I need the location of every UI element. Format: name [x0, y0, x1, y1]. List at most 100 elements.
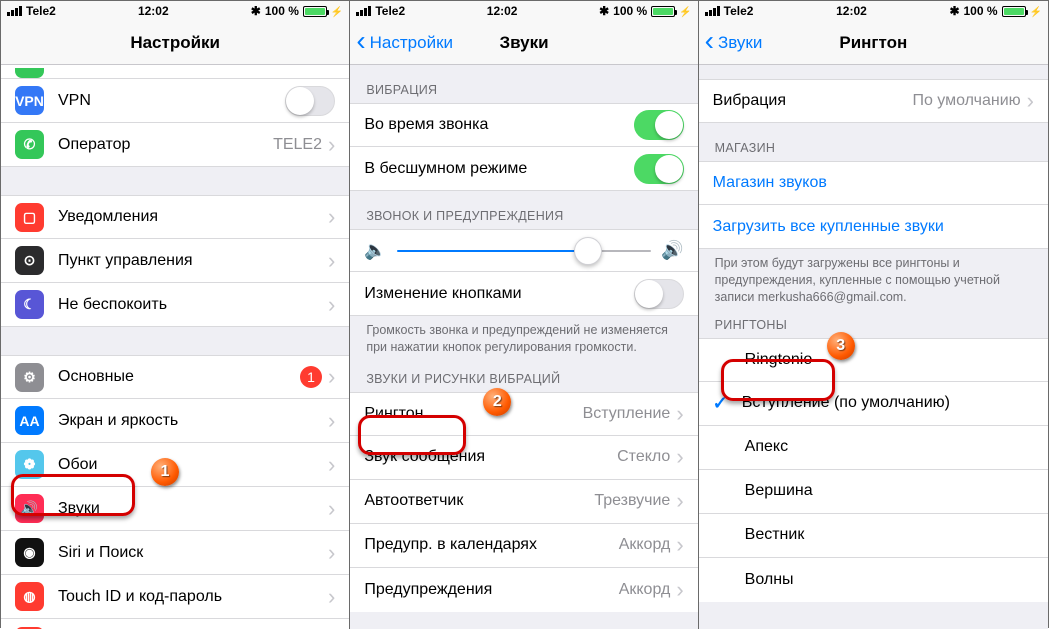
screen-sounds: Tele2 12:02 ✱100 % Настройки Звуки ВИБРА… [350, 1, 698, 629]
cell-label: Touch ID и код-пароль [58, 588, 322, 606]
cell-vibrate-on-silent[interactable]: В бесшумном режиме [350, 147, 697, 191]
volume-slider[interactable] [397, 250, 651, 252]
cell-text-tone[interactable]: Звук сообщения Стекло [350, 436, 697, 480]
cell-label: Рингтон [364, 405, 582, 423]
cell-tone-store[interactable]: Магазин звуков [699, 161, 1048, 205]
cell-value: Аккорд [619, 536, 671, 554]
chevron-right-icon [328, 498, 335, 520]
back-button[interactable]: Настройки [356, 21, 453, 64]
moon-icon: ☾ [15, 290, 44, 319]
cell-download-all[interactable]: Загрузить все купленные звуки [699, 205, 1048, 249]
cell-ringtone-item[interactable]: Вершина [699, 470, 1048, 514]
cell-change-with-buttons[interactable]: Изменение кнопками [350, 272, 697, 316]
cell-label: Загрузить все купленные звуки [713, 218, 1034, 236]
battery-percent: 100 % [964, 4, 998, 18]
vibrate-silent-toggle[interactable] [634, 154, 684, 184]
vibrate-ring-toggle[interactable] [634, 110, 684, 140]
cell-label: Не беспокоить [58, 296, 322, 314]
phone-icon: ✆ [15, 130, 44, 159]
cell-alerts[interactable]: Предупреждения Аккорд [350, 568, 697, 612]
cell-ringtone-item[interactable]: Апекс [699, 426, 1048, 470]
group-header-ringtones: РИНГТОНЫ [699, 316, 1048, 338]
cell-ringtone-default[interactable]: Вступление (по умолчанию) [699, 382, 1048, 426]
chevron-right-icon [1027, 90, 1034, 112]
cell-control-center[interactable]: ⊙ Пункт управления [1, 239, 349, 283]
cell-dnd[interactable]: ☾ Не беспокоить [1, 283, 349, 327]
cell-ringtone-item[interactable]: Вестник [699, 514, 1048, 558]
cell-touchid[interactable]: ◍ Touch ID и код-пароль [1, 575, 349, 619]
charging-icon [679, 4, 691, 18]
cell-value: Трезвучие [594, 492, 670, 510]
cell-vpn[interactable]: VPN VPN [1, 79, 349, 123]
group-header-sounds-patterns: ЗВУКИ И РИСУНКИ ВИБРАЦИЙ [350, 366, 697, 392]
cell-label: Siri и Поиск [58, 544, 322, 562]
signal-icon [705, 6, 720, 16]
back-button[interactable]: Звуки [705, 21, 763, 64]
control-center-icon: ⊙ [15, 246, 44, 275]
cell-vibration[interactable]: Вибрация По умолчанию [699, 79, 1048, 123]
volume-slider-row: 🔈 🔊 [350, 229, 697, 272]
page-title: Рингтон [839, 33, 907, 53]
chevron-right-icon [328, 542, 335, 564]
cell-sos[interactable]: SOS Экстренный вызов — SOS [1, 619, 349, 629]
chevron-right-icon [676, 490, 683, 512]
notifications-icon: ▢ [15, 203, 44, 232]
chevron-right-icon [328, 454, 335, 476]
cell-label: Предупр. в календарях [364, 536, 618, 554]
group-header-store: МАГАЗИН [699, 123, 1048, 161]
cell-ringtone-custom[interactable]: Ringtonio [699, 338, 1048, 382]
cell-partial-top[interactable] [1, 65, 349, 79]
cell-carrier[interactable]: ✆ Оператор TELE2 [1, 123, 349, 167]
chevron-right-icon [676, 403, 683, 425]
gear-icon: ⚙ [15, 363, 44, 392]
bluetooth-icon: ✱ [251, 4, 261, 18]
display-icon: AA [15, 406, 44, 435]
cell-label: Уведомления [58, 208, 322, 226]
siri-icon: ◉ [15, 538, 44, 567]
signal-icon [7, 6, 22, 16]
wallpaper-icon: ❁ [15, 450, 44, 479]
battery-icon [651, 6, 675, 17]
screen-ringtone: Tele2 12:02 ✱100 % Звуки Рингтон Вибраци… [699, 1, 1048, 629]
vpn-toggle[interactable] [285, 86, 335, 116]
cell-siri[interactable]: ◉ Siri и Поиск [1, 531, 349, 575]
notification-badge: 1 [300, 366, 322, 388]
carrier-label: Tele2 [375, 4, 405, 18]
status-bar: Tele2 12:02 ✱100 % [699, 1, 1048, 21]
cell-general[interactable]: ⚙ Основные 1 [1, 355, 349, 399]
cell-notifications[interactable]: ▢ Уведомления [1, 195, 349, 239]
volume-slider-thumb[interactable] [574, 237, 602, 265]
annotation-bubble-1: 1 [151, 458, 179, 486]
annotation-bubble-3: 3 [827, 332, 855, 360]
volume-low-icon: 🔈 [364, 240, 386, 261]
cell-display[interactable]: AA Экран и яркость [1, 399, 349, 443]
status-bar: Tele2 12:02 ✱100 % [1, 1, 349, 21]
cell-sounds[interactable]: 🔊 Звуки [1, 487, 349, 531]
bluetooth-icon: ✱ [949, 4, 959, 18]
cell-value: Аккорд [619, 581, 671, 599]
cell-ringtone[interactable]: Рингтон Вступление [350, 392, 697, 436]
battery-percent: 100 % [613, 4, 647, 18]
cell-vibrate-on-ring[interactable]: Во время звонка [350, 103, 697, 147]
back-label: Настройки [370, 33, 453, 53]
change-buttons-toggle[interactable] [634, 279, 684, 309]
sos-icon: SOS [15, 627, 44, 630]
chevron-right-icon [328, 294, 335, 316]
charging-icon [1030, 4, 1042, 18]
cell-label: Пункт управления [58, 252, 322, 270]
cell-label: Основные [58, 368, 294, 386]
chevron-right-icon [676, 579, 683, 601]
clock-label: 12:02 [836, 4, 867, 18]
cell-label: Во время звонка [364, 116, 633, 134]
cell-value: Стекло [617, 448, 670, 466]
chevron-right-icon [328, 410, 335, 432]
cell-label: В бесшумном режиме [364, 160, 633, 178]
cell-label: Вступление (по умолчанию) [742, 394, 1034, 412]
cell-calendar-alerts[interactable]: Предупр. в календарях Аккорд [350, 524, 697, 568]
cell-ringtone-item[interactable]: Волны [699, 558, 1048, 602]
chevron-right-icon [328, 366, 335, 388]
signal-icon [356, 6, 371, 16]
chevron-right-icon [328, 250, 335, 272]
battery-icon [1002, 6, 1026, 17]
cell-voicemail[interactable]: Автоответчик Трезвучие [350, 480, 697, 524]
